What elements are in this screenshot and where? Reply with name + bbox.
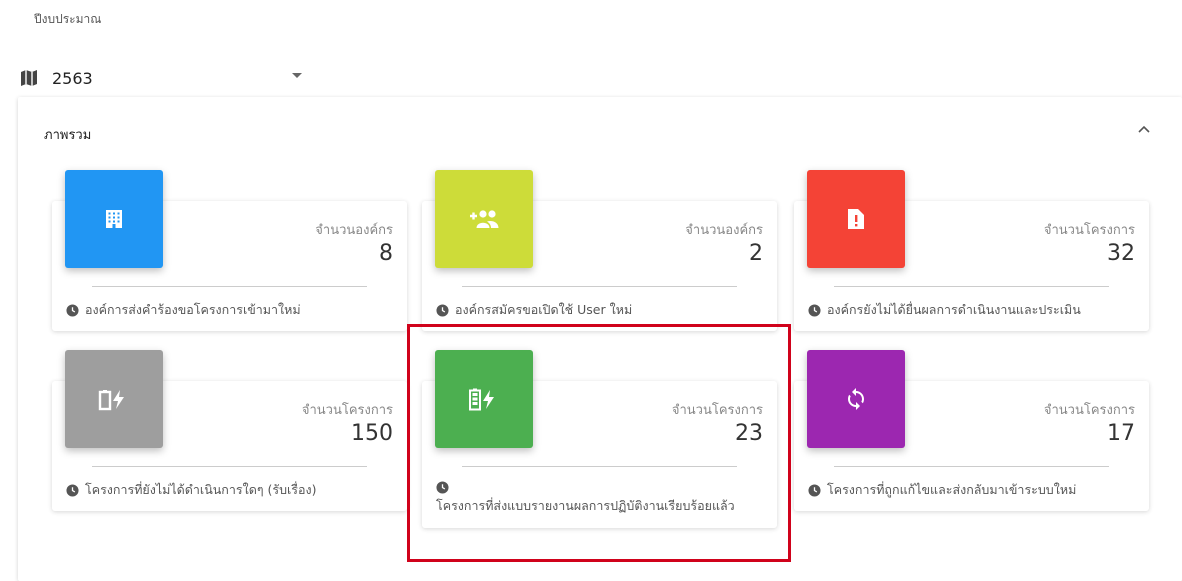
stat-card-projects-not-submitted[interactable]: จำนวนโครงการ 32 องค์กรยังไม่ได้ยื่นผลการ… [794, 170, 1149, 331]
card-value: 32 [1107, 241, 1135, 266]
card-footer-text: องค์กรยังไม่ได้ยื่นผลการดำเนินงานและประเ… [827, 302, 1081, 317]
card-title: จำนวนโครงการ [301, 403, 393, 418]
card-footer: องค์การส่งคำร้องขอโครงการเข้ามาใหม่ [66, 300, 393, 320]
map-icon [21, 70, 37, 86]
add-users-icon [435, 170, 533, 268]
highlight-box [407, 324, 791, 562]
card-footer: องค์กรยังไม่ได้ยื่นผลการดำเนินงานและประเ… [808, 300, 1135, 320]
stat-card-projects-resubmitted[interactable]: จำนวนโครงการ 17 โครงการที่ถูกแก้ไขและส่ง… [794, 350, 1149, 511]
fiscal-year-value: 2563 [52, 68, 93, 88]
panel-title: ภาพรวม [44, 128, 92, 143]
clock-icon [66, 303, 79, 317]
alert-document-icon [807, 170, 905, 268]
clock-icon [808, 303, 821, 317]
battery-empty-charging-icon [65, 350, 163, 448]
card-divider [834, 466, 1109, 467]
fiscal-year-select[interactable]: 2563 [20, 65, 310, 91]
chevron-down-icon[interactable] [292, 73, 302, 78]
sync-icon [807, 350, 905, 448]
clock-icon [808, 483, 821, 497]
card-divider [92, 286, 367, 287]
card-value: 8 [379, 241, 393, 266]
card-value: 2 [749, 241, 763, 266]
stat-card-projects-pending[interactable]: จำนวนโครงการ 150 โครงการที่ยังไม่ได้ดำเน… [52, 350, 407, 511]
card-footer: องค์กรสมัครขอเปิดใช้ User ใหม่ [436, 300, 763, 320]
card-footer-text: โครงการที่ยังไม่ได้ดำเนินการใดๆ (รับเรื่… [85, 482, 317, 497]
building-icon [65, 170, 163, 268]
chevron-up-icon[interactable] [1136, 121, 1152, 137]
card-value: 17 [1107, 421, 1135, 446]
clock-icon [436, 303, 449, 317]
card-divider [834, 286, 1109, 287]
card-footer-text: องค์กรสมัครขอเปิดใช้ User ใหม่ [455, 302, 633, 317]
card-footer: โครงการที่ถูกแก้ไขและส่งกลับมาเข้าระบบให… [808, 480, 1135, 500]
card-title: จำนวนโครงการ [1043, 403, 1135, 418]
card-footer: โครงการที่ยังไม่ได้ดำเนินการใดๆ (รับเรื่… [66, 480, 393, 500]
stat-card-organizations-user-request[interactable]: จำนวนองค์กร 2 องค์กรสมัครขอเปิดใช้ User … [422, 170, 777, 331]
card-value: 150 [351, 421, 393, 446]
card-divider [462, 286, 737, 287]
card-title: จำนวนโครงการ [1043, 223, 1135, 238]
card-footer-text: โครงการที่ถูกแก้ไขและส่งกลับมาเข้าระบบให… [827, 482, 1077, 497]
card-footer-text: องค์การส่งคำร้องขอโครงการเข้ามาใหม่ [85, 302, 301, 317]
card-divider [92, 466, 367, 467]
clock-icon [66, 483, 79, 497]
card-title: จำนวนองค์กร [685, 223, 763, 238]
fiscal-year-label: ปีงบประมาณ [34, 12, 102, 26]
stat-card-organizations-new[interactable]: จำนวนองค์กร 8 องค์การส่งคำร้องขอโครงการเ… [52, 170, 407, 331]
card-title: จำนวนองค์กร [315, 223, 393, 238]
